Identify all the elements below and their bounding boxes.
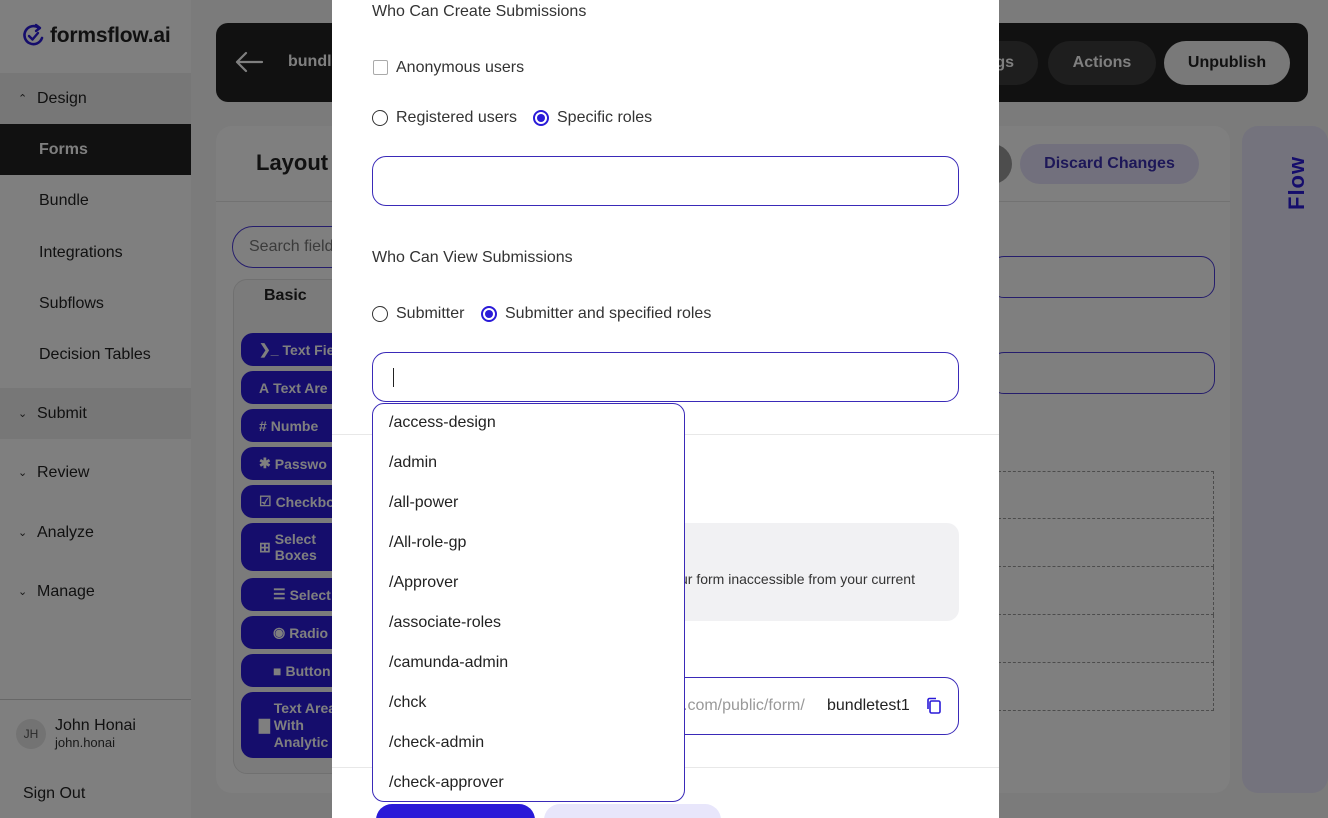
- view-submissions-heading: Who Can View Submissions: [372, 249, 573, 266]
- submitter-and-roles-radio[interactable]: [481, 306, 497, 322]
- anonymous-users-label: Anonymous users: [396, 59, 525, 76]
- specific-roles-radio[interactable]: [533, 110, 549, 126]
- dropdown-option[interactable]: /All-role-gp: [389, 534, 466, 552]
- dropdown-option[interactable]: /camunda-admin: [389, 654, 508, 672]
- save-button[interactable]: [376, 804, 535, 818]
- dropdown-option[interactable]: /check-admin: [389, 734, 484, 752]
- specific-roles-label: Specific roles: [557, 109, 653, 126]
- text-caret: [393, 368, 394, 387]
- dropdown-option[interactable]: /associate-roles: [389, 614, 501, 632]
- submitter-and-roles-label: Submitter and specified roles: [505, 305, 712, 322]
- anonymous-users-checkbox[interactable]: [373, 60, 388, 75]
- dropdown-option[interactable]: /Approver: [389, 574, 458, 592]
- create-submissions-heading: Who Can Create Submissions: [372, 3, 587, 20]
- dropdown-option[interactable]: /check-approver: [389, 774, 504, 792]
- submitter-label: Submitter: [396, 305, 465, 322]
- submitter-radio[interactable]: [372, 306, 388, 322]
- url-value: bundletest1: [827, 697, 910, 714]
- info-text: ur form inaccessible from your current: [680, 571, 915, 587]
- dropdown-option[interactable]: /admin: [389, 454, 437, 472]
- view-roles-input[interactable]: [372, 352, 959, 402]
- dropdown-option[interactable]: /all-power: [389, 494, 458, 512]
- roles-dropdown[interactable]: /access-design /admin /all-power /All-ro…: [372, 403, 685, 802]
- cancel-button[interactable]: [544, 804, 721, 818]
- registered-users-label: Registered users: [396, 109, 517, 126]
- copy-icon[interactable]: [926, 697, 942, 715]
- dropdown-option[interactable]: /access-design: [389, 414, 496, 432]
- registered-users-radio[interactable]: [372, 110, 388, 126]
- create-roles-input[interactable]: [372, 156, 959, 206]
- url-prefix: s.com/public/form/: [675, 697, 805, 714]
- dropdown-option[interactable]: /chck: [389, 694, 426, 712]
